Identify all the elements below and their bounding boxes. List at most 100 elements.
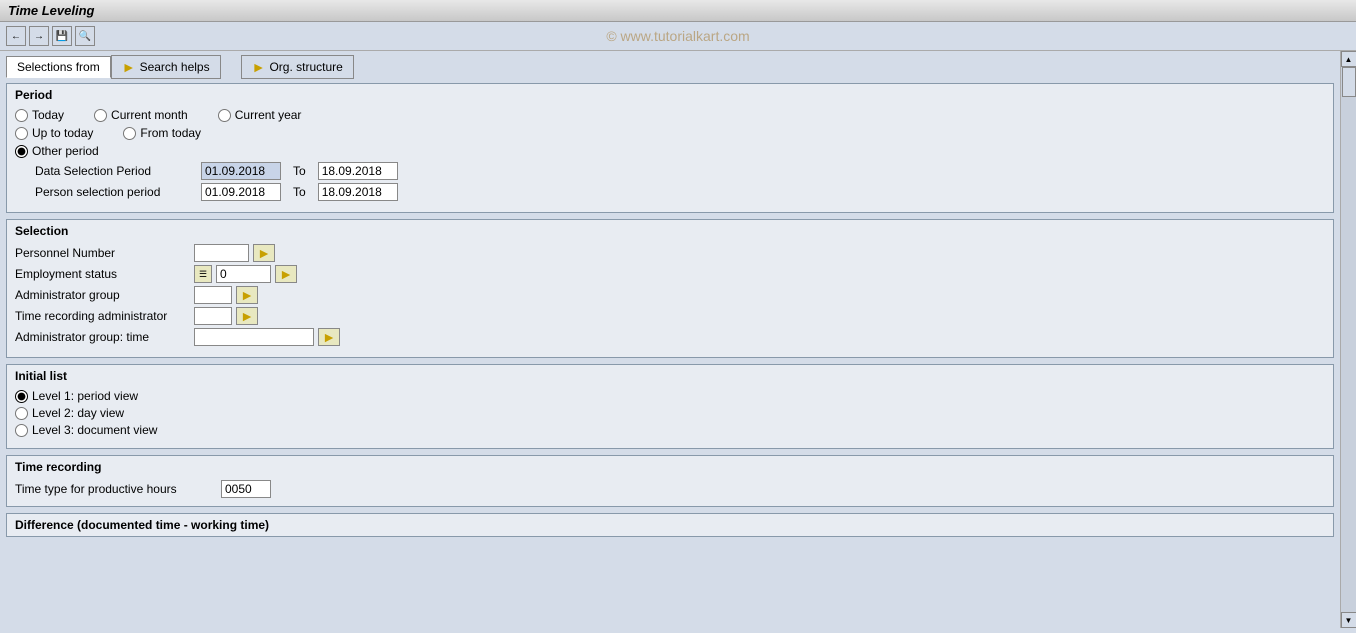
- employment-status-arrow-btn[interactable]: ►: [275, 265, 297, 283]
- administrator-group-time-label: Administrator group: time: [15, 330, 190, 344]
- save-button[interactable]: 💾: [52, 26, 72, 46]
- administrator-group-time-arrow-icon: ►: [322, 329, 336, 345]
- selections-from-label: Selections from: [17, 60, 100, 74]
- radio-today[interactable]: [15, 109, 28, 122]
- radio-today-label: Today: [32, 108, 64, 122]
- person-selection-to-input[interactable]: [318, 183, 398, 201]
- selection-section: Selection Personnel Number ► Employment …: [6, 219, 1334, 358]
- tab-bar: Selections from ► Search helps ► Org. st…: [6, 55, 1334, 79]
- find-button[interactable]: 🔍: [75, 26, 95, 46]
- level1-radio[interactable]: [15, 390, 28, 403]
- level2-radio-item: Level 2: day view: [15, 406, 1325, 420]
- personnel-number-label: Personnel Number: [15, 246, 190, 260]
- period-radio-row-1: Today Current month Current year: [15, 108, 1325, 122]
- tab-search-helps[interactable]: ► Search helps: [111, 55, 221, 79]
- employment-status-icon-btn[interactable]: ☰: [194, 265, 212, 283]
- personnel-number-input[interactable]: [194, 244, 249, 262]
- time-recording-section: Time recording Time type for productive …: [6, 455, 1334, 507]
- toolbar: ← → 💾 🔍 © www.tutorialkart.com: [0, 22, 1356, 51]
- level1-label: Level 1: period view: [32, 389, 138, 403]
- administrator-group-arrow-icon: ►: [240, 287, 254, 303]
- tab-selections-from[interactable]: Selections from: [6, 56, 111, 78]
- person-selection-from-input[interactable]: [201, 183, 281, 201]
- radio-today-item: Today: [15, 108, 64, 122]
- time-type-input[interactable]: [221, 480, 271, 498]
- search-helps-arrow-icon: ►: [122, 59, 136, 75]
- time-type-label: Time type for productive hours: [15, 482, 215, 496]
- personnel-number-row: Personnel Number ►: [15, 244, 1325, 262]
- initial-list-section-title: Initial list: [15, 369, 1325, 383]
- radio-up-to-today-label: Up to today: [32, 126, 93, 140]
- time-recording-admin-row: Time recording administrator ►: [15, 307, 1325, 325]
- org-structure-label: Org. structure: [269, 60, 342, 74]
- main-content: Selections from ► Search helps ► Org. st…: [0, 51, 1356, 628]
- radio-up-to-today-item: Up to today: [15, 126, 93, 140]
- radio-current-month[interactable]: [94, 109, 107, 122]
- scroll-thumb[interactable]: [1342, 67, 1356, 97]
- initial-list-section: Initial list Level 1: period view Level …: [6, 364, 1334, 449]
- data-selection-from-input[interactable]: [201, 162, 281, 180]
- administrator-group-time-input[interactable]: [194, 328, 314, 346]
- period-section-title: Period: [15, 88, 1325, 102]
- person-selection-to-label: To: [293, 185, 306, 199]
- radio-from-today-label: From today: [140, 126, 201, 140]
- radio-current-year-label: Current year: [235, 108, 302, 122]
- data-selection-to-label: To: [293, 164, 306, 178]
- level2-radio[interactable]: [15, 407, 28, 420]
- difference-section: Difference (documented time - working ti…: [6, 513, 1334, 537]
- tab-org-structure[interactable]: ► Org. structure: [241, 55, 354, 79]
- data-selection-period-label: Data Selection Period: [35, 164, 195, 178]
- person-selection-period-label: Person selection period: [35, 185, 195, 199]
- administrator-group-label: Administrator group: [15, 288, 190, 302]
- time-recording-admin-label: Time recording administrator: [15, 309, 190, 323]
- watermark: © www.tutorialkart.com: [606, 28, 749, 44]
- scroll-down-button[interactable]: ▼: [1341, 612, 1356, 628]
- level1-radio-item: Level 1: period view: [15, 389, 1325, 403]
- employment-status-label: Employment status: [15, 267, 190, 281]
- radio-current-year[interactable]: [218, 109, 231, 122]
- personnel-number-arrow-btn[interactable]: ►: [253, 244, 275, 262]
- radio-from-today-item: From today: [123, 126, 201, 140]
- time-recording-admin-arrow-btn[interactable]: ►: [236, 307, 258, 325]
- period-fields: Data Selection Period To Person selectio…: [35, 162, 1325, 201]
- administrator-group-arrow-btn[interactable]: ►: [236, 286, 258, 304]
- selection-section-title: Selection: [15, 224, 1325, 238]
- radio-other-period[interactable]: [15, 145, 28, 158]
- radio-current-month-label: Current month: [111, 108, 188, 122]
- radio-other-period-item: Other period: [15, 144, 1325, 158]
- data-selection-to-input[interactable]: [318, 162, 398, 180]
- administrator-group-row: Administrator group ►: [15, 286, 1325, 304]
- time-recording-section-title: Time recording: [15, 460, 1325, 474]
- employment-status-arrow-icon: ►: [279, 266, 293, 282]
- scroll-up-button[interactable]: ▲: [1341, 51, 1356, 67]
- level2-label: Level 2: day view: [32, 406, 124, 420]
- person-selection-period-row: Person selection period To: [35, 183, 1325, 201]
- administrator-group-time-row: Administrator group: time ►: [15, 328, 1325, 346]
- radio-up-to-today[interactable]: [15, 127, 28, 140]
- time-recording-admin-arrow-icon: ►: [240, 308, 254, 324]
- org-structure-arrow-icon: ►: [252, 59, 266, 75]
- employment-status-input[interactable]: [216, 265, 271, 283]
- forward-button[interactable]: →: [29, 26, 49, 46]
- personnel-number-arrow-icon: ►: [257, 245, 271, 261]
- administrator-group-time-arrow-btn[interactable]: ►: [318, 328, 340, 346]
- level3-radio[interactable]: [15, 424, 28, 437]
- employment-status-row: Employment status ☰ ►: [15, 265, 1325, 283]
- title-bar: Time Leveling: [0, 0, 1356, 22]
- administrator-group-input[interactable]: [194, 286, 232, 304]
- page-title: Time Leveling: [8, 3, 94, 18]
- back-button[interactable]: ←: [6, 26, 26, 46]
- period-section: Period Today Current month Current year: [6, 83, 1334, 213]
- time-recording-admin-input[interactable]: [194, 307, 232, 325]
- difference-section-title: Difference (documented time - working ti…: [15, 518, 269, 532]
- scrollbar: ▲ ▼: [1340, 51, 1356, 628]
- radio-current-month-item: Current month: [94, 108, 188, 122]
- data-selection-period-row: Data Selection Period To: [35, 162, 1325, 180]
- content-area: Selections from ► Search helps ► Org. st…: [0, 51, 1340, 628]
- radio-current-year-item: Current year: [218, 108, 302, 122]
- scroll-track: [1341, 67, 1356, 612]
- period-radio-row-2: Up to today From today: [15, 126, 1325, 140]
- level3-label: Level 3: document view: [32, 423, 157, 437]
- search-helps-label: Search helps: [140, 60, 210, 74]
- radio-from-today[interactable]: [123, 127, 136, 140]
